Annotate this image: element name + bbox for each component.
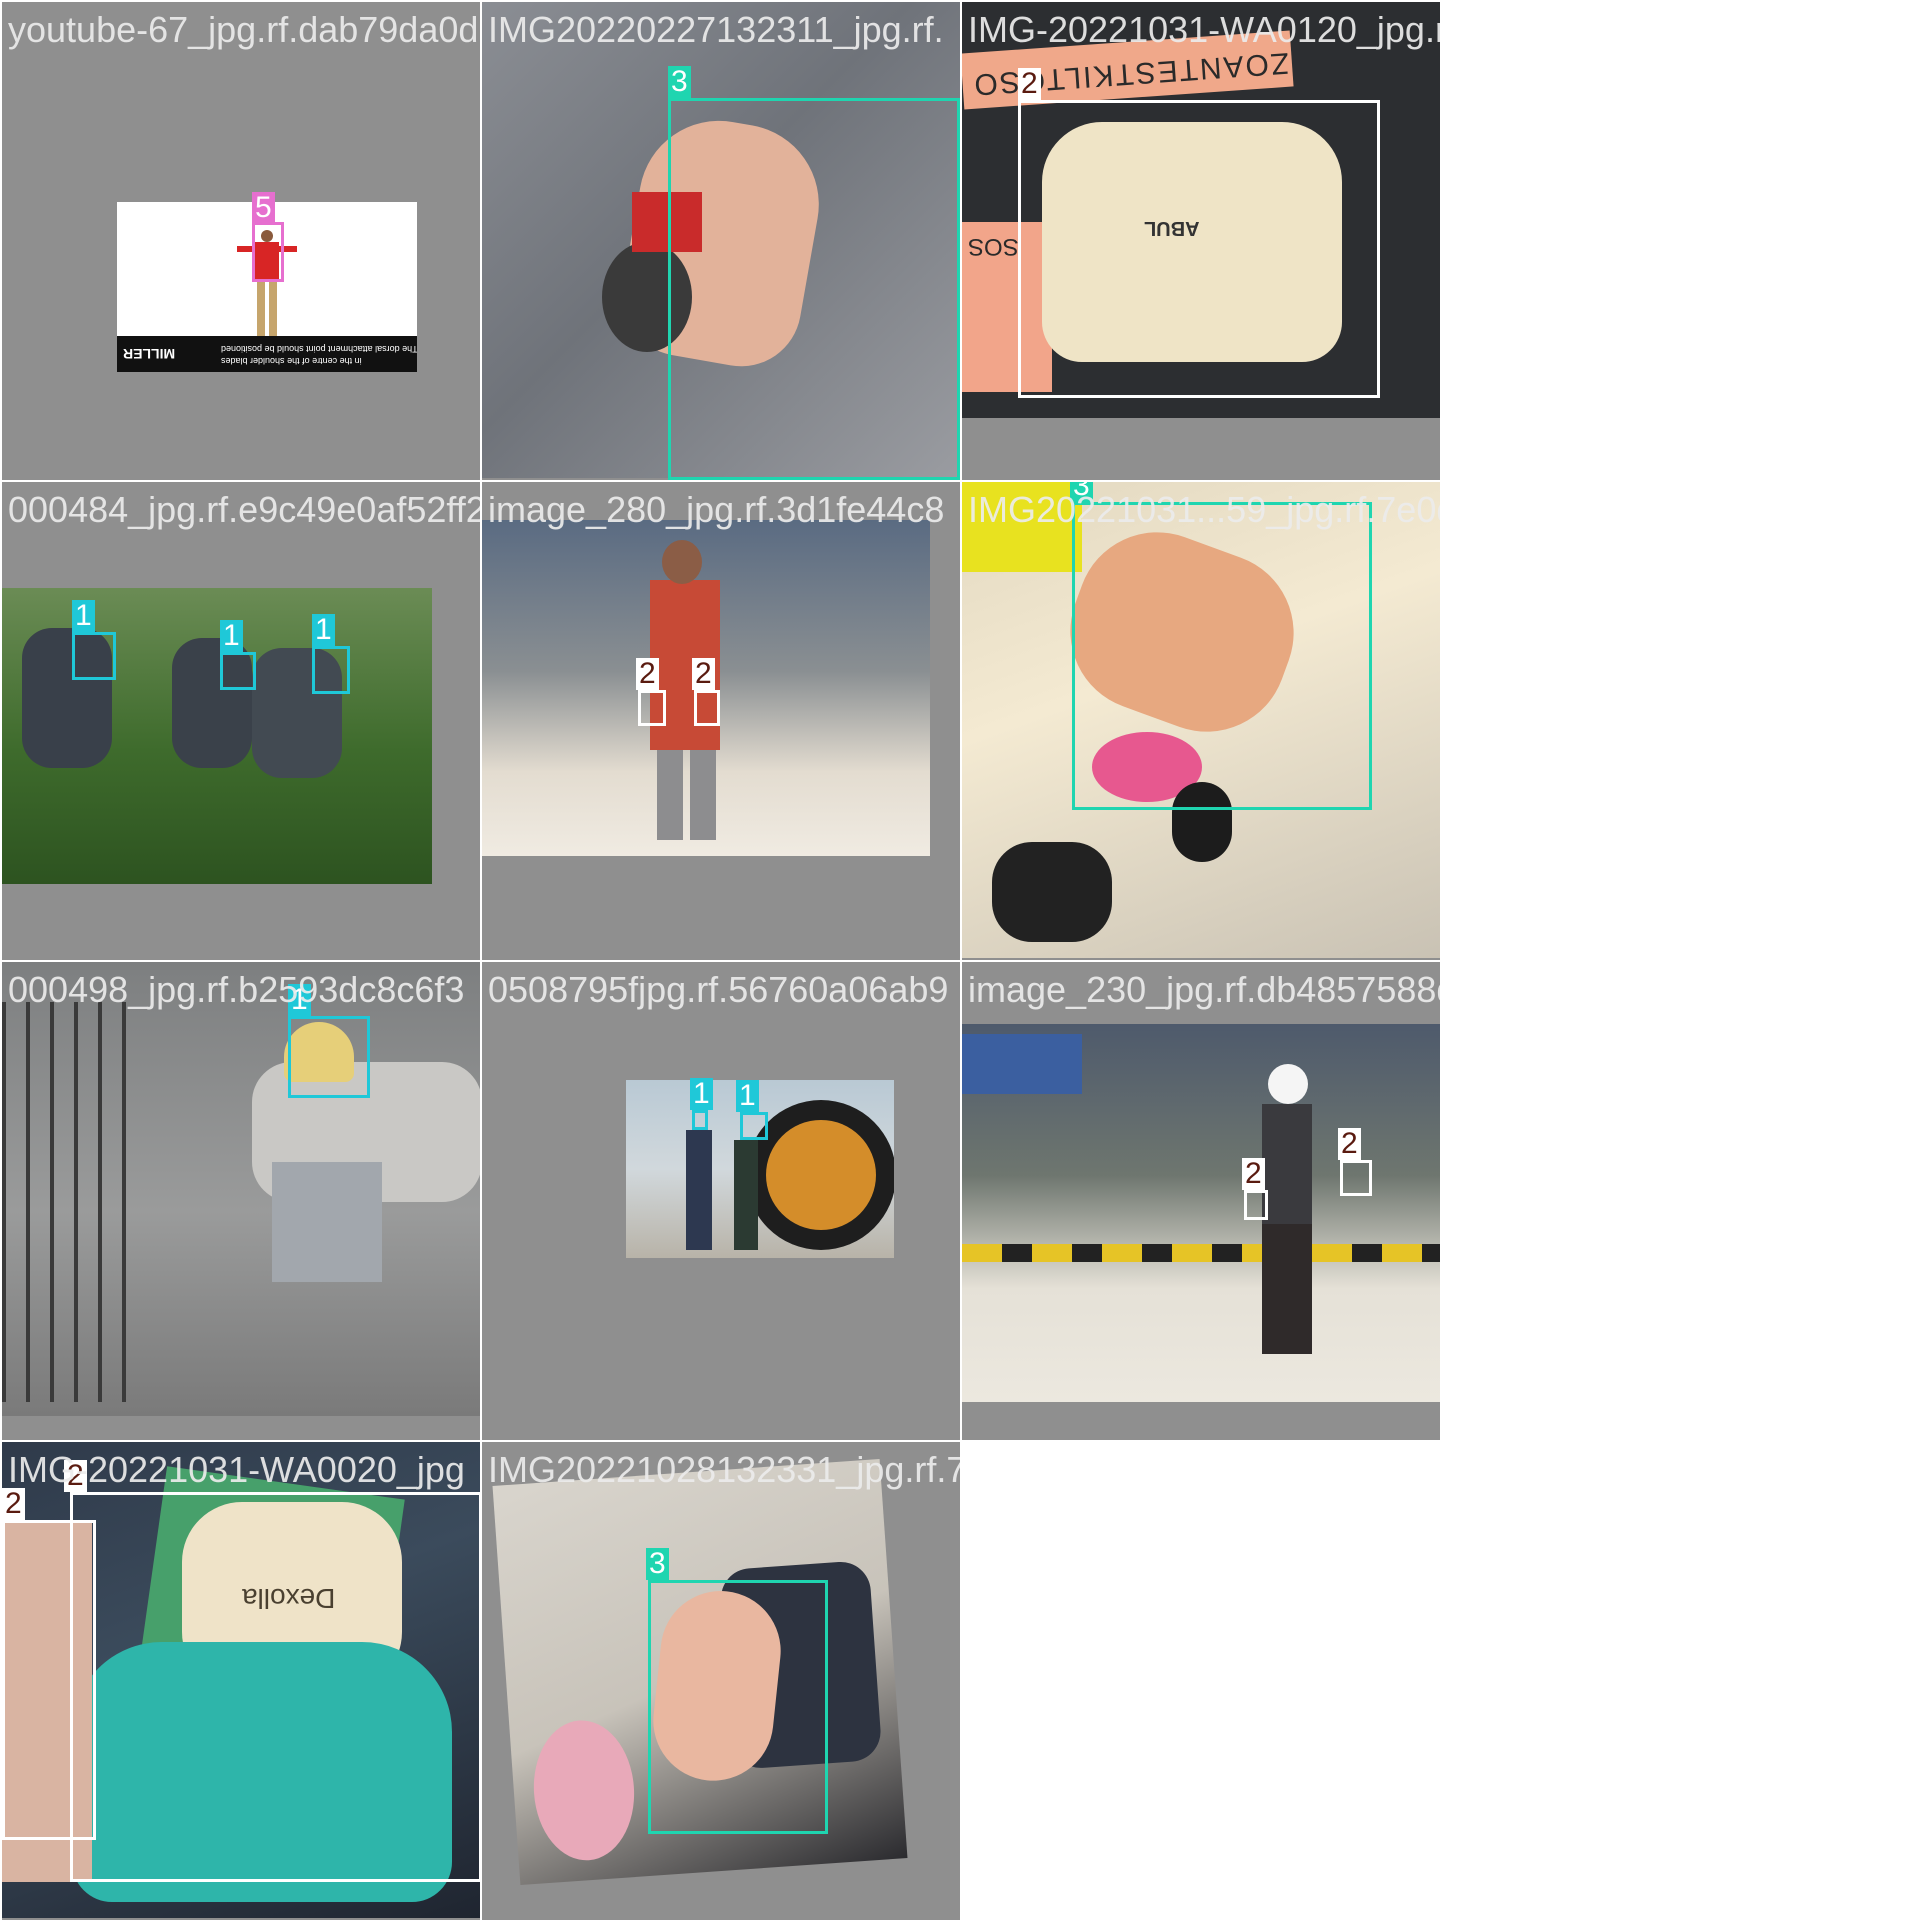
tile-6[interactable]: 3 IMG20221031...59_jpg.rf.7e0dfb012acabe… [962, 482, 1440, 960]
tile-8-bbox-2 [740, 1112, 768, 1140]
tile-4-bbox-2 [220, 652, 256, 690]
tile-11-label-class-3: 3 [646, 1548, 669, 1580]
tile-5-bbox-2 [694, 690, 720, 726]
tile-1[interactable]: The dorsal attachment point should be po… [2, 2, 480, 480]
tile-5[interactable]: 2 2 image_280_jpg.rf.3d1fe44c8 [482, 482, 960, 960]
tile-9-label-1: 2 [1242, 1158, 1265, 1190]
tile-3-filename: IMG-20221031-WA0120_jpg.rf.ff978ea21a728 [968, 9, 1440, 50]
tile-10-filename: IMG-20221031-WA0020_jpg [8, 1449, 465, 1490]
tile-3-label-class-2: 2 [1018, 68, 1041, 100]
tile-4-bbox-3 [312, 646, 350, 694]
tile-3[interactable]: ZOANTESTKILTOSO SOS ABUL 2 IMG-20221031-… [962, 2, 1440, 480]
tile-1-caption-line2: in the centre of the shoulder blades [221, 356, 362, 366]
tile-4-filename: 000484_jpg.rf.e9c49e0af52ff2865 [8, 489, 480, 530]
tile-8-label-2: 1 [736, 1080, 759, 1112]
tile-4-label-3: 1 [312, 614, 335, 646]
tile-4[interactable]: 1 1 1 000484_jpg.rf.e9c49e0af52ff2865 [2, 482, 480, 960]
tile-4-bbox-1 [72, 632, 116, 680]
tile-4-photo [2, 588, 432, 884]
tile-1-bbox-class-5 [252, 222, 284, 282]
tile-5-bbox-1 [638, 690, 666, 726]
tile-4-label-1: 1 [72, 600, 95, 632]
tile-2-bbox-class-3 [668, 98, 960, 480]
tile-8-filename: 0508795fjpg.rf.56760a06ab9 [488, 969, 949, 1010]
tile-2-label-class-3: 3 [668, 66, 691, 98]
tile-1-filename: youtube-67_jpg.rf.dab79da0d [8, 9, 479, 50]
tile-6-filename: IMG20221031...59_jpg.rf.7e0dfb012acabe9 [968, 489, 1440, 530]
tile-7-bbox-class-1 [288, 1016, 370, 1098]
tile-3-sign-side-text: SOS [968, 233, 1019, 260]
tile-7[interactable]: 1 000498_jpg.rf.b2593dc8c6f3 [2, 962, 480, 1440]
tile-8-photo [626, 1080, 894, 1258]
tile-11[interactable]: 3 IMG20221028132331_jpg.rf.7e932201314c5… [482, 1442, 960, 1920]
tile-2-filename: IMG20220227132311_jpg.rf. [488, 9, 944, 50]
tile-1-label-class-5: 5 [252, 192, 275, 224]
tile-9-photo [962, 1024, 1440, 1402]
tile-10[interactable]: Dexolla 2 2 IMG-20221031-WA0020_jpg [2, 1442, 480, 1920]
tile-9-filename: image_230_jpg.rf.db4857588de15abd8fe8b93… [968, 969, 1440, 1010]
tile-11-bbox-class-3 [648, 1580, 828, 1834]
tile-3-bbox-class-2 [1018, 100, 1380, 398]
tile-9-label-2: 2 [1338, 1128, 1361, 1160]
tile-7-photo [2, 962, 480, 1416]
tile-10-bbox-1 [70, 1492, 480, 1882]
tile-8-label-1: 1 [690, 1078, 713, 1110]
tile-9-bbox-2 [1340, 1160, 1372, 1196]
tile-9-bbox-1 [1244, 1190, 1268, 1220]
tile-10-label-2: 2 [2, 1488, 25, 1520]
tile-8-bbox-1 [692, 1110, 708, 1130]
tile-5-filename: image_280_jpg.rf.3d1fe44c8 [488, 489, 945, 530]
tile-7-filename: 000498_jpg.rf.b2593dc8c6f3 [8, 969, 465, 1010]
tile-6-bbox-class-3 [1072, 502, 1372, 810]
tile-9[interactable]: 2 2 image_230_jpg.rf.db4857588de15abd8fe… [962, 962, 1440, 1440]
tile-10-bbox-2 [2, 1520, 96, 1840]
tile-2[interactable]: 3 IMG20220227132311_jpg.rf. [482, 2, 960, 480]
tile-4-label-2: 1 [220, 620, 243, 652]
tile-1-miller-logo: MILLER [123, 346, 176, 362]
tile-11-filename: IMG20221028132331_jpg.rf.7e932201314c525 [488, 1449, 960, 1490]
tile-1-caption-line1: The dorsal attachment point should be po… [221, 344, 417, 354]
tile-5-label-1: 2 [636, 658, 659, 690]
tile-8[interactable]: 1 1 0508795fjpg.rf.56760a06ab9 [482, 962, 960, 1440]
tile-5-label-2: 2 [692, 658, 715, 690]
detection-mosaic: The dorsal attachment point should be po… [0, 0, 1920, 1920]
